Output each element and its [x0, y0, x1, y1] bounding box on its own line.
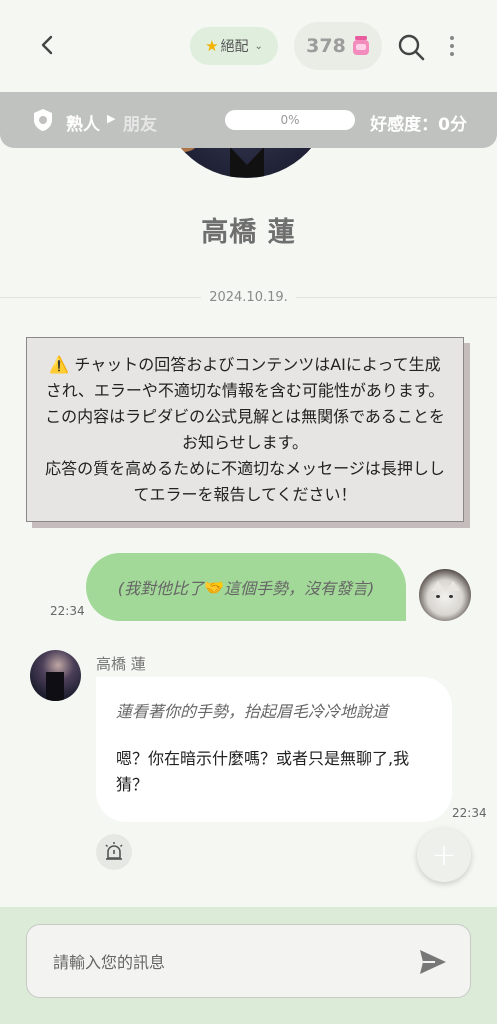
- relationship-bar: 熟人 ▶ 朋友 0% 好感度：0分: [0, 92, 497, 148]
- message-time: 22:34: [452, 806, 487, 820]
- send-icon[interactable]: [417, 947, 449, 977]
- user-message-text-2: 這個手勢，沒有發言): [223, 579, 375, 598]
- disclaimer-line-1: ⚠️ チャットの回答およびコンテンツはAIによって生成され、エラーや不適切な情報…: [45, 355, 445, 452]
- coin-count: 378: [306, 35, 346, 57]
- arrow-right-icon: ▶: [107, 112, 116, 125]
- jar-icon: [352, 36, 369, 55]
- affinity-progress-bar: 0%: [225, 110, 355, 130]
- search-icon[interactable]: [396, 32, 426, 62]
- user-message-bubble[interactable]: (我對他比了 🤝 這個手勢，沒有發言): [86, 553, 406, 621]
- character-avatar[interactable]: [30, 650, 81, 701]
- plus-icon[interactable]: +: [417, 828, 471, 882]
- coin-balance[interactable]: 378: [294, 22, 382, 70]
- alarm-icon: [105, 842, 123, 860]
- ai-disclaimer: ⚠️ チャットの回答およびコンテンツはAIによって生成され、エラーや不適切な情報…: [26, 337, 464, 522]
- input-area: [0, 907, 497, 1024]
- bot-message-bubble[interactable]: 蓮看著你的手勢，抬起眉毛冷冷地說道 嗯？你在暗示什麼嗎？或者只是無聊了,我猜？: [96, 677, 452, 822]
- message-time: 22:34: [50, 604, 85, 618]
- report-button[interactable]: [96, 834, 132, 870]
- affinity-score: 好感度：0分: [370, 115, 467, 135]
- handshake-emoji: 🤝: [204, 577, 224, 597]
- character-name: 高橋 蓮: [201, 217, 296, 248]
- back-button[interactable]: [30, 28, 64, 62]
- progress-label: 0%: [280, 113, 300, 127]
- relationship-current: 熟人: [66, 115, 100, 135]
- more-vertical-icon[interactable]: [444, 32, 460, 60]
- user-avatar[interactable]: [419, 569, 471, 621]
- message-input-box: [26, 924, 471, 998]
- disclaimer-line-2: 応答の質を高めるために不適切なメッセージは長押ししてエラーを報告してください！: [45, 459, 445, 504]
- relationship-next: 朋友: [123, 115, 157, 135]
- top-bar: ★ 絕配 ⌄ 378: [0, 0, 497, 92]
- chevron-down-icon: ⌄: [254, 40, 263, 52]
- bot-speech-text: 嗯？你在暗示什麼嗎？或者只是無聊了,我猜？: [116, 749, 410, 794]
- message-input[interactable]: [53, 949, 413, 975]
- shield-icon: [34, 109, 52, 131]
- sender-name: 高橋 蓮: [96, 655, 146, 673]
- chevron-left-icon: [41, 35, 53, 55]
- bot-action-text: 蓮看著你的手勢，抬起眉毛冷冷地說道: [116, 702, 389, 721]
- date-text: 2024.10.19.: [201, 290, 296, 305]
- date-separator: 2024.10.19.: [0, 290, 497, 305]
- star-icon: ★: [205, 37, 219, 55]
- tag-label: 絕配: [220, 39, 249, 55]
- tag-dropdown[interactable]: ★ 絕配 ⌄: [190, 27, 278, 65]
- user-message-text: (我對他比了: [117, 579, 205, 598]
